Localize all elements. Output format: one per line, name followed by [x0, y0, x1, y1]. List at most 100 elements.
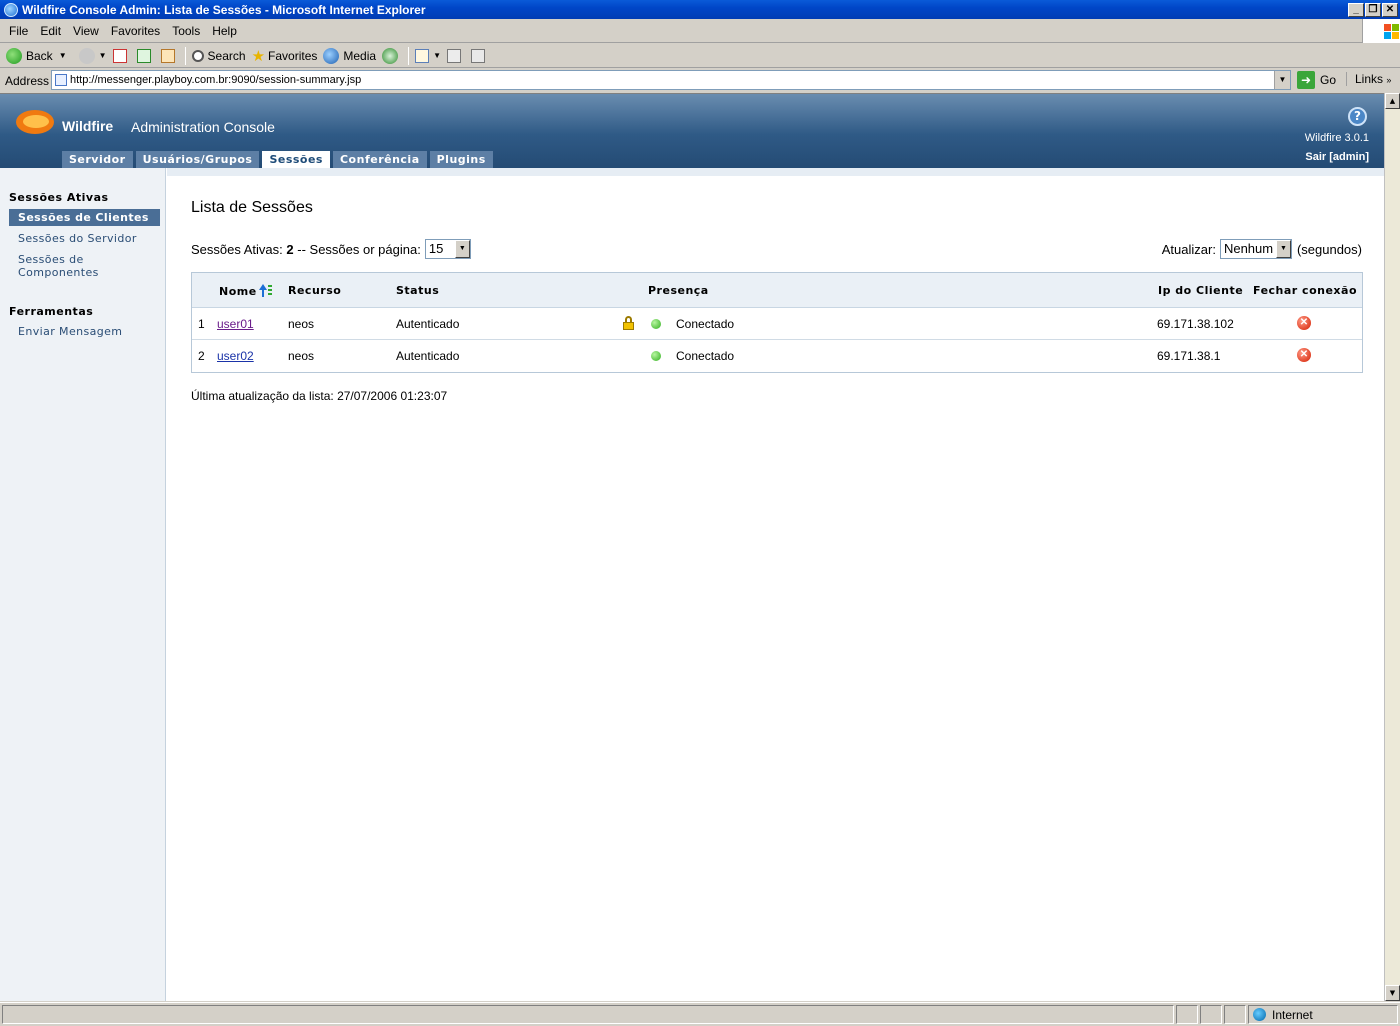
refresh-value: Nenhum: [1223, 241, 1274, 256]
col-nome[interactable]: Nome: [219, 284, 273, 298]
close-window-button[interactable]: ✕: [1382, 2, 1398, 17]
presence-online-icon: [651, 351, 661, 361]
menu-tools[interactable]: Tools: [172, 24, 200, 38]
search-label: Search: [207, 48, 246, 63]
menu-edit[interactable]: Edit: [40, 24, 61, 38]
favorites-button[interactable]: ★ Favorites: [252, 47, 318, 65]
links-button[interactable]: Links »: [1346, 72, 1391, 86]
windows-logo-icon: [1362, 19, 1400, 43]
menu-view[interactable]: View: [73, 24, 99, 38]
back-button[interactable]: Back ▼: [6, 47, 67, 64]
menu-file[interactable]: File: [9, 24, 28, 38]
refresh-button[interactable]: [136, 48, 155, 63]
favorites-label: Favorites: [268, 48, 318, 63]
forward-arrow-icon: [78, 47, 95, 64]
per-page-value: 15: [428, 241, 444, 256]
status-cell-progress: [1176, 1005, 1198, 1024]
history-button[interactable]: [382, 47, 402, 64]
user-link[interactable]: user01: [217, 317, 254, 331]
tab-plugins[interactable]: Plugins: [429, 151, 493, 168]
sidebar-item-sessoes-componentes[interactable]: Sessões de Componentes: [9, 251, 109, 281]
star-icon: ★: [251, 47, 266, 65]
mail-button[interactable]: ▼: [415, 48, 441, 63]
internet-globe-icon: [1253, 1008, 1266, 1021]
version-label: Wildfire 3.0.1: [1304, 132, 1369, 144]
mail-dropdown-icon[interactable]: ▼: [433, 51, 441, 60]
menu-help[interactable]: Help: [212, 24, 237, 38]
media-button[interactable]: Media: [323, 47, 376, 64]
active-sessions-count: 2: [286, 241, 294, 257]
tab-conferencia[interactable]: Conferência: [332, 151, 427, 168]
restore-button[interactable]: ❐: [1365, 2, 1381, 17]
per-page-label: -- Sessões or página:: [297, 241, 421, 257]
page-title: Lista de Sessões: [191, 199, 313, 216]
media-icon: [323, 47, 340, 64]
status-cell-security: [1200, 1005, 1222, 1024]
status-cell: Autenticado: [396, 349, 460, 363]
close-connection-icon[interactable]: ✕: [1297, 316, 1311, 330]
active-sessions-label: Sessões Ativas:: [191, 241, 283, 257]
tab-sessoes[interactable]: Sessões: [262, 151, 330, 168]
address-dropdown-icon[interactable]: ▼: [1274, 71, 1290, 89]
back-label: Back: [26, 48, 53, 63]
menu-favorites[interactable]: Favorites: [111, 24, 160, 38]
minimize-button[interactable]: _: [1348, 2, 1364, 17]
console-title: Administration Console: [131, 119, 275, 135]
window-titlebar: Wildfire Console Admin: Lista de Sessões…: [0, 0, 1400, 19]
vertical-scrollbar[interactable]: ▲ ▼: [1384, 93, 1400, 1001]
forward-button[interactable]: ▼: [73, 47, 107, 64]
wildfire-logo-icon: [16, 107, 56, 137]
search-icon: [191, 49, 204, 62]
main-content: Lista de Sessões Sessões Ativas: 2 -- Se…: [167, 168, 1384, 1001]
stop-icon: [112, 48, 127, 63]
refresh-select[interactable]: Nenhum ▼: [1219, 239, 1292, 259]
sidebar-item-sessoes-clientes[interactable]: Sessões de Clientes: [9, 209, 160, 226]
per-page-select[interactable]: 15 ▼: [424, 239, 471, 259]
col-status: Status: [396, 284, 440, 297]
close-connection-icon[interactable]: ✕: [1297, 348, 1311, 362]
scroll-down-icon[interactable]: ▼: [1385, 985, 1400, 1001]
links-label: Links: [1355, 72, 1384, 86]
resource-cell: neos: [288, 349, 315, 363]
sidebar-heading-sessoes-ativas: Sessões Ativas: [9, 191, 109, 204]
go-arrow-icon: ➜: [1297, 71, 1315, 89]
edit-page-icon: [470, 48, 485, 63]
row-index: 2: [198, 349, 205, 363]
search-button[interactable]: Search: [191, 48, 246, 63]
edit-button[interactable]: [470, 48, 489, 63]
refresh-unit: (segundos): [1296, 241, 1362, 257]
home-icon: [160, 48, 175, 63]
status-cell: Autenticado: [396, 317, 460, 331]
chevron-down-icon: ▼: [1275, 240, 1291, 258]
sort-ascending-icon[interactable]: [258, 284, 273, 297]
status-zone: Internet: [1248, 1005, 1398, 1024]
stop-button[interactable]: [112, 48, 131, 63]
logout-link[interactable]: Sair [admin]: [1305, 151, 1369, 163]
print-button[interactable]: [446, 48, 465, 63]
tab-usuarios-grupos[interactable]: Usuários/Grupos: [135, 151, 260, 168]
refresh-control: Atualizar: Nenhum ▼ (segundos): [1162, 239, 1362, 259]
tab-servidor[interactable]: Servidor: [62, 151, 133, 168]
help-icon[interactable]: ?: [1348, 107, 1367, 126]
refresh-label: Atualizar:: [1161, 241, 1216, 257]
back-dropdown-icon[interactable]: ▼: [59, 51, 67, 60]
col-nome-label: Nome: [219, 285, 257, 298]
address-input[interactable]: http://messenger.playboy.com.br:9090/ses…: [51, 70, 1291, 90]
address-bar: Address http://messenger.playboy.com.br:…: [0, 69, 1400, 92]
table-row: 2 user02 neos Autenticado Conectado 69.1…: [192, 340, 1362, 372]
table-row: 1 user01 neos Autenticado Conectado 69.1…: [192, 308, 1362, 340]
status-cell-privacy: [1224, 1005, 1246, 1024]
home-button[interactable]: [160, 48, 179, 63]
col-fechar-conexao: Fechar conexão: [1253, 284, 1358, 297]
sidebar-item-sessoes-servidor[interactable]: Sessões do Servidor: [9, 230, 160, 247]
scroll-up-icon[interactable]: ▲: [1385, 93, 1400, 109]
window-title: Wildfire Console Admin: Lista de Sessões…: [22, 2, 426, 17]
chevron-right-icon: »: [1386, 75, 1392, 85]
presence-cell: Conectado: [676, 349, 735, 363]
presence-online-icon: [651, 319, 661, 329]
sidebar-item-enviar-mensagem[interactable]: Enviar Mensagem: [9, 323, 160, 340]
forward-dropdown-icon[interactable]: ▼: [99, 51, 107, 60]
status-zone-label: Internet: [1272, 1007, 1313, 1022]
go-button[interactable]: ➜ Go: [1297, 71, 1336, 89]
user-link[interactable]: user02: [217, 349, 254, 363]
